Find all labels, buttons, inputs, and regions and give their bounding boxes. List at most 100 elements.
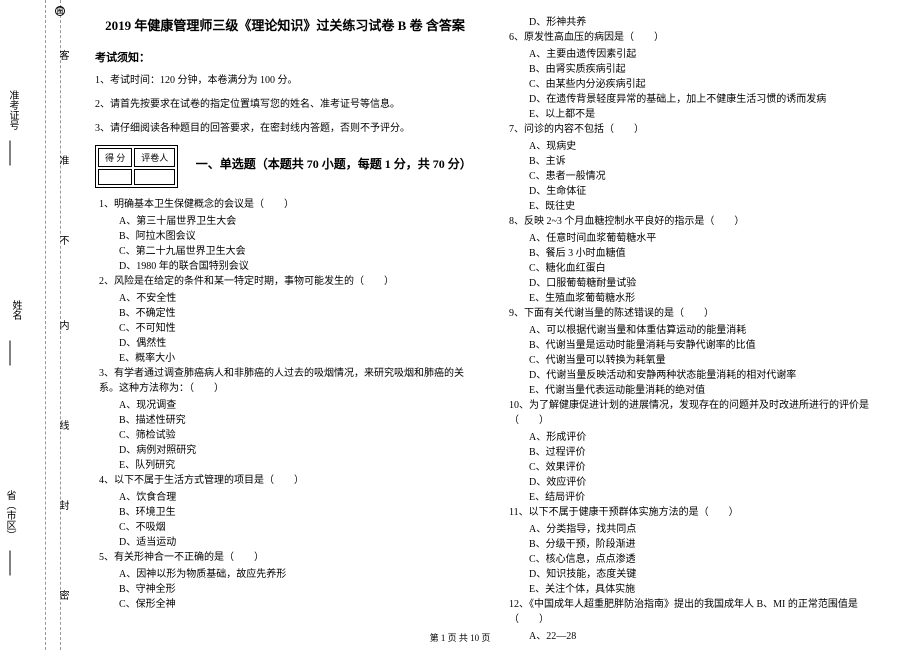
q1-opt-b: B、阿拉木图会议 [95,229,475,244]
q10-opt-e: E、结局评价 [505,490,885,505]
q10-opt-b: B、过程评价 [505,445,885,460]
q2-stem: 2、风险是在给定的条件和某一特定时期，事物可能发生的（ ） [95,274,475,289]
q12-stem: 12、《中国成年人超重肥胖防治指南》提出的我国成年人 B、MI 的正常范围值是（… [505,597,885,627]
binding-margin: 圈 客 准考证号 准 不 姓名 内 线 省（市区） 封 密 [0,0,70,650]
instruction-1: 1、考试时间：120 分钟，本卷满分为 100 分。 [95,73,475,89]
question-7: 7、问诊的内容不包括（ ） A、现病史 B、主诉 C、患者一般情况 D、生命体征… [505,122,885,214]
q1-opt-a: A、第三十届世界卫生大会 [95,214,475,229]
instructions-heading: 考试须知： [95,49,475,65]
q9-opt-a: A、可以根据代谢当量和体重估算运动的能量消耗 [505,323,885,338]
fill-line-1 [10,141,11,166]
q9-stem: 9、下面有关代谢当量的陈述错误的是（ ） [505,306,885,321]
fold-line-1 [45,0,46,650]
exam-title: 2019 年健康管理师三级《理论知识》过关练习试卷 B 卷 含答案 [95,15,475,34]
q4-opt-c: C、不吸烟 [95,520,475,535]
q3-opt-b: B、描述性研究 [95,413,475,428]
q4-opt-a: A、饮食合理 [95,490,475,505]
q3-opt-e: E、队列研究 [95,458,475,473]
question-8: 8、反映 2~3 个月血糖控制水平良好的指示是（ ） A、任意时间血浆葡萄糖水平… [505,214,885,306]
q6-opt-c: C、由某些内分泌疾病引起 [505,77,885,92]
q8-opt-d: D、口服葡萄糖耐量试验 [505,276,885,291]
margin-char-2: 不 [55,235,70,245]
q2-opt-c: C、不可知性 [95,321,475,336]
circle-marker: 圈 [55,6,65,16]
q8-opt-e: E、生殖血浆葡萄糖水形 [505,291,885,306]
q10-stem: 10、为了解健康促进计划的进展情况，发现存在的问题并及时改进所进行的评价是（ ） [505,398,885,428]
q5-opt-c: C、保形全神 [95,597,475,612]
q7-opt-e: E、既往史 [505,199,885,214]
q4-opt-b: B、环境卫生 [95,505,475,520]
q4-opt-d: D、适当运动 [95,535,475,550]
part1-title: 一、单选题（本题共 70 小题，每题 1 分，共 70 分） [196,155,472,172]
margin-char-4: 线 [55,420,70,430]
q3-opt-c: C、筛检试验 [95,428,475,443]
q11-opt-a: A、分类指导，找共同点 [505,522,885,537]
q11-opt-b: B、分级干预，阶段渐进 [505,537,885,552]
q10-opt-d: D、效应评价 [505,475,885,490]
q3-opt-d: D、病例对照研究 [95,443,475,458]
q7-stem: 7、问诊的内容不包括（ ） [505,122,885,137]
q11-stem: 11、以下不属于健康干预群体实施方法的是（ ） [505,505,885,520]
q3-stem: 3、有学者通过调查肺癌病人和非肺癌的人过去的吸烟情况，来研究吸烟和肺癌的关系。这… [95,366,475,396]
q2-opt-e: E、概率大小 [95,351,475,366]
q5-stem: 5、有关形神合一不正确的是（ ） [95,550,475,565]
content-area: 2019 年健康管理师三级《理论知识》过关练习试卷 B 卷 含答案 考试须知： … [70,0,920,650]
q4-stem: 4、以下不属于生活方式管理的项目是（ ） [95,473,475,488]
question-6: 6、原发性高血压的病因是（ ） A、主要由遗传因素引起 B、由肾实质疾病引起 C… [505,30,885,122]
q10-opt-c: C、效果评价 [505,460,885,475]
q2-opt-b: B、不确定性 [95,306,475,321]
q8-stem: 8、反映 2~3 个月血糖控制水平良好的指示是（ ） [505,214,885,229]
question-3: 3、有学者通过调查肺癌病人和非肺癌的人过去的吸烟情况，来研究吸烟和肺癌的关系。这… [95,366,475,473]
score-cell-left: 得 分 [98,148,132,167]
q9-opt-e: E、代谢当量代表运动能量消耗的绝对值 [505,383,885,398]
instruction-3: 3、请仔细阅读各种题目的回答要求，在密封线内答题，否则不予评分。 [95,121,475,137]
right-column: D、形神共养 6、原发性高血压的病因是（ ） A、主要由遗传因素引起 B、由肾实… [490,15,900,650]
province-label: 省（市区） [2,490,17,540]
left-column: 2019 年健康管理师三级《理论知识》过关练习试卷 B 卷 含答案 考试须知： … [80,15,490,650]
page-footer: 第 1 页 共 10 页 [0,631,920,644]
instruction-2: 2、请首先按要求在试卷的指定位置填写您的姓名、准考证号等信息。 [95,97,475,113]
q11-opt-d: D、知识技能，态度关键 [505,567,885,582]
q1-opt-d: D、1980 年的联合国特别会议 [95,259,475,274]
q8-opt-c: C、糖化血红蛋白 [505,261,885,276]
q6-stem: 6、原发性高血压的病因是（ ） [505,30,885,45]
margin-char-5: 封 [55,500,70,510]
q6-opt-a: A、主要由遗传因素引起 [505,47,885,62]
question-10: 10、为了解健康促进计划的进展情况，发现存在的问题并及时改进所进行的评价是（ ）… [505,398,885,505]
q11-opt-e: E、关注个体，具体实施 [505,582,885,597]
question-5: 5、有关形神合一不正确的是（ ） A、因神以形为物质基础，故应先养形 B、守神全… [95,550,475,612]
q9-opt-d: D、代谢当量反映活动和安静两种状态能量消耗的相对代谢率 [505,368,885,383]
score-blank-2 [134,169,175,185]
q7-opt-a: A、现病史 [505,139,885,154]
q7-opt-b: B、主诉 [505,154,885,169]
question-1: 1、明确基本卫生保健概念的会议是（ ） A、第三十届世界卫生大会 B、阿拉木图会… [95,197,475,274]
q8-opt-b: B、餐后 3 小时血糖值 [505,246,885,261]
question-2: 2、风险是在给定的条件和某一特定时期，事物可能发生的（ ） A、不安全性 B、不… [95,274,475,366]
q11-opt-c: C、核心信息，点点渗透 [505,552,885,567]
score-table: 得 分 评卷人 [95,145,178,188]
question-4: 4、以下不属于生活方式管理的项目是（ ） A、饮食合理 B、环境卫生 C、不吸烟… [95,473,475,550]
score-blank-1 [98,169,132,185]
question-11: 11、以下不属于健康干预群体实施方法的是（ ） A、分类指导，找共同点 B、分级… [505,505,885,597]
fill-line-2 [10,341,11,366]
score-cell-right: 评卷人 [134,148,175,167]
q3-opt-a: A、现况调查 [95,398,475,413]
q1-stem: 1、明确基本卫生保健概念的会议是（ ） [95,197,475,212]
exam-id-label: 准考证号 [5,90,20,130]
margin-char-0: 客 [55,50,70,60]
margin-char-3: 内 [55,320,70,330]
q5-opt-a: A、因神以形为物质基础，故应先养形 [95,567,475,582]
q6-opt-e: E、以上都不是 [505,107,885,122]
q7-opt-d: D、生命体征 [505,184,885,199]
q2-opt-a: A、不安全性 [95,291,475,306]
q5-opt-d: D、形神共养 [505,15,885,30]
q6-opt-b: B、由肾实质疾病引起 [505,62,885,77]
q8-opt-a: A、任意时间血浆葡萄糖水平 [505,231,885,246]
q9-opt-c: C、代谢当量可以转换为耗氧量 [505,353,885,368]
q5-opt-b: B、守神全形 [95,582,475,597]
q1-opt-c: C、第二十九届世界卫生大会 [95,244,475,259]
margin-char-1: 准 [55,155,70,165]
name-label: 姓名 [8,300,23,320]
q10-opt-a: A、形成评价 [505,430,885,445]
fill-line-3 [10,551,11,576]
